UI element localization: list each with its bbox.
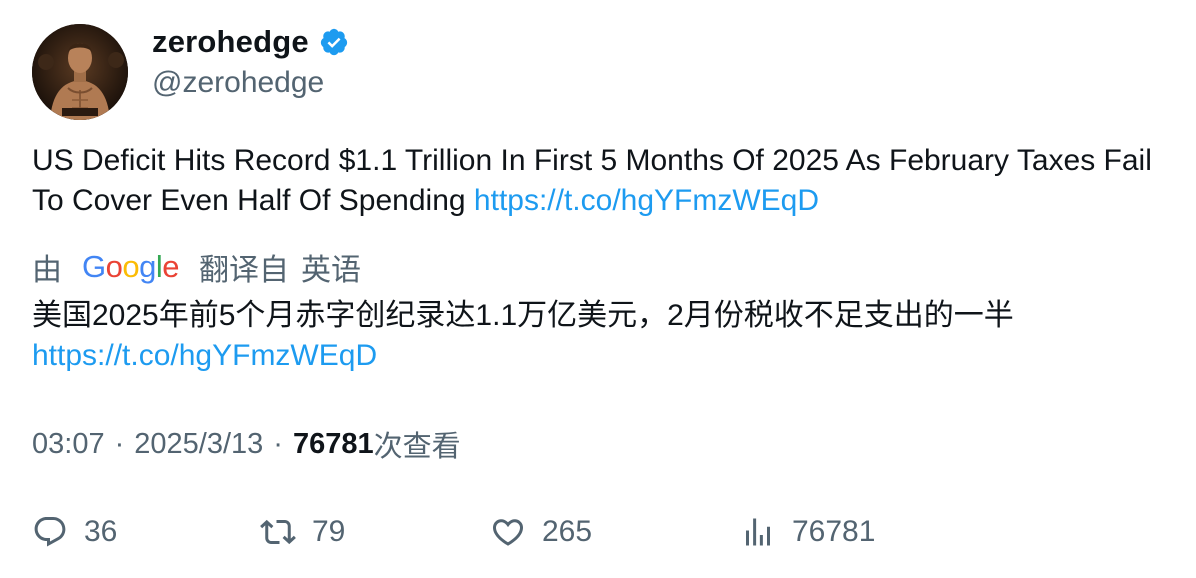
views-button[interactable]: 76781 (740, 508, 875, 556)
reply-button[interactable]: 36 (32, 508, 117, 556)
translated-link[interactable]: https://t.co/hgYFmzWEqD (32, 339, 377, 372)
retweet-icon (260, 519, 296, 545)
verified-badge-icon (319, 27, 349, 57)
tweet-header: zerohedge @zerohedge (32, 24, 732, 120)
like-button[interactable]: 265 (490, 508, 592, 556)
tweet-time[interactable]: 03:07 (32, 428, 105, 461)
translated-body: 美国2025年前5个月赤字创纪录达1.1万亿美元，2月份税收不足支出的一半 (32, 299, 1014, 332)
translated-text: 美国2025年前5个月赤字创纪录达1.1万亿美元，2月份税收不足支出的一半 ht… (32, 296, 1152, 376)
avatar-image (32, 24, 128, 120)
tweet-link[interactable]: https://t.co/hgYFmzWEqD (474, 184, 819, 217)
translated-by-label: 由 (32, 254, 62, 287)
translated-from-label: 翻译自 (199, 254, 290, 287)
meta-separator: · (273, 427, 283, 460)
meta-separator: · (114, 427, 125, 460)
display-name[interactable]: zerohedge (152, 24, 309, 60)
reply-count: 36 (84, 515, 118, 548)
avatar[interactable] (32, 24, 128, 120)
source-language: 英语 (301, 254, 362, 287)
reply-icon (34, 517, 66, 547)
views-count: 76781 (292, 427, 374, 460)
translation-attribution: 由 Google 翻译自 英语 (32, 247, 361, 287)
tweet-date[interactable]: 2025/3/13 (134, 428, 263, 461)
views-label: 次查看 (373, 431, 461, 463)
like-count: 265 (542, 515, 593, 548)
analytics-icon (746, 518, 770, 546)
retweet-count: 79 (312, 515, 346, 548)
views-action-count: 76781 (792, 515, 876, 548)
retweet-button[interactable]: 79 (260, 508, 345, 556)
heart-icon (492, 519, 524, 546)
action-bar: 36 79 265 76781 (32, 508, 1152, 556)
google-logo: Google (82, 249, 180, 284)
handle[interactable]: @zerohedge (152, 66, 349, 100)
tweet-meta: 03:07 · 2025/3/13 · 76781 次查看 (32, 424, 461, 464)
tweet-text: US Deficit Hits Record $1.1 Trillion In … (32, 141, 1152, 221)
